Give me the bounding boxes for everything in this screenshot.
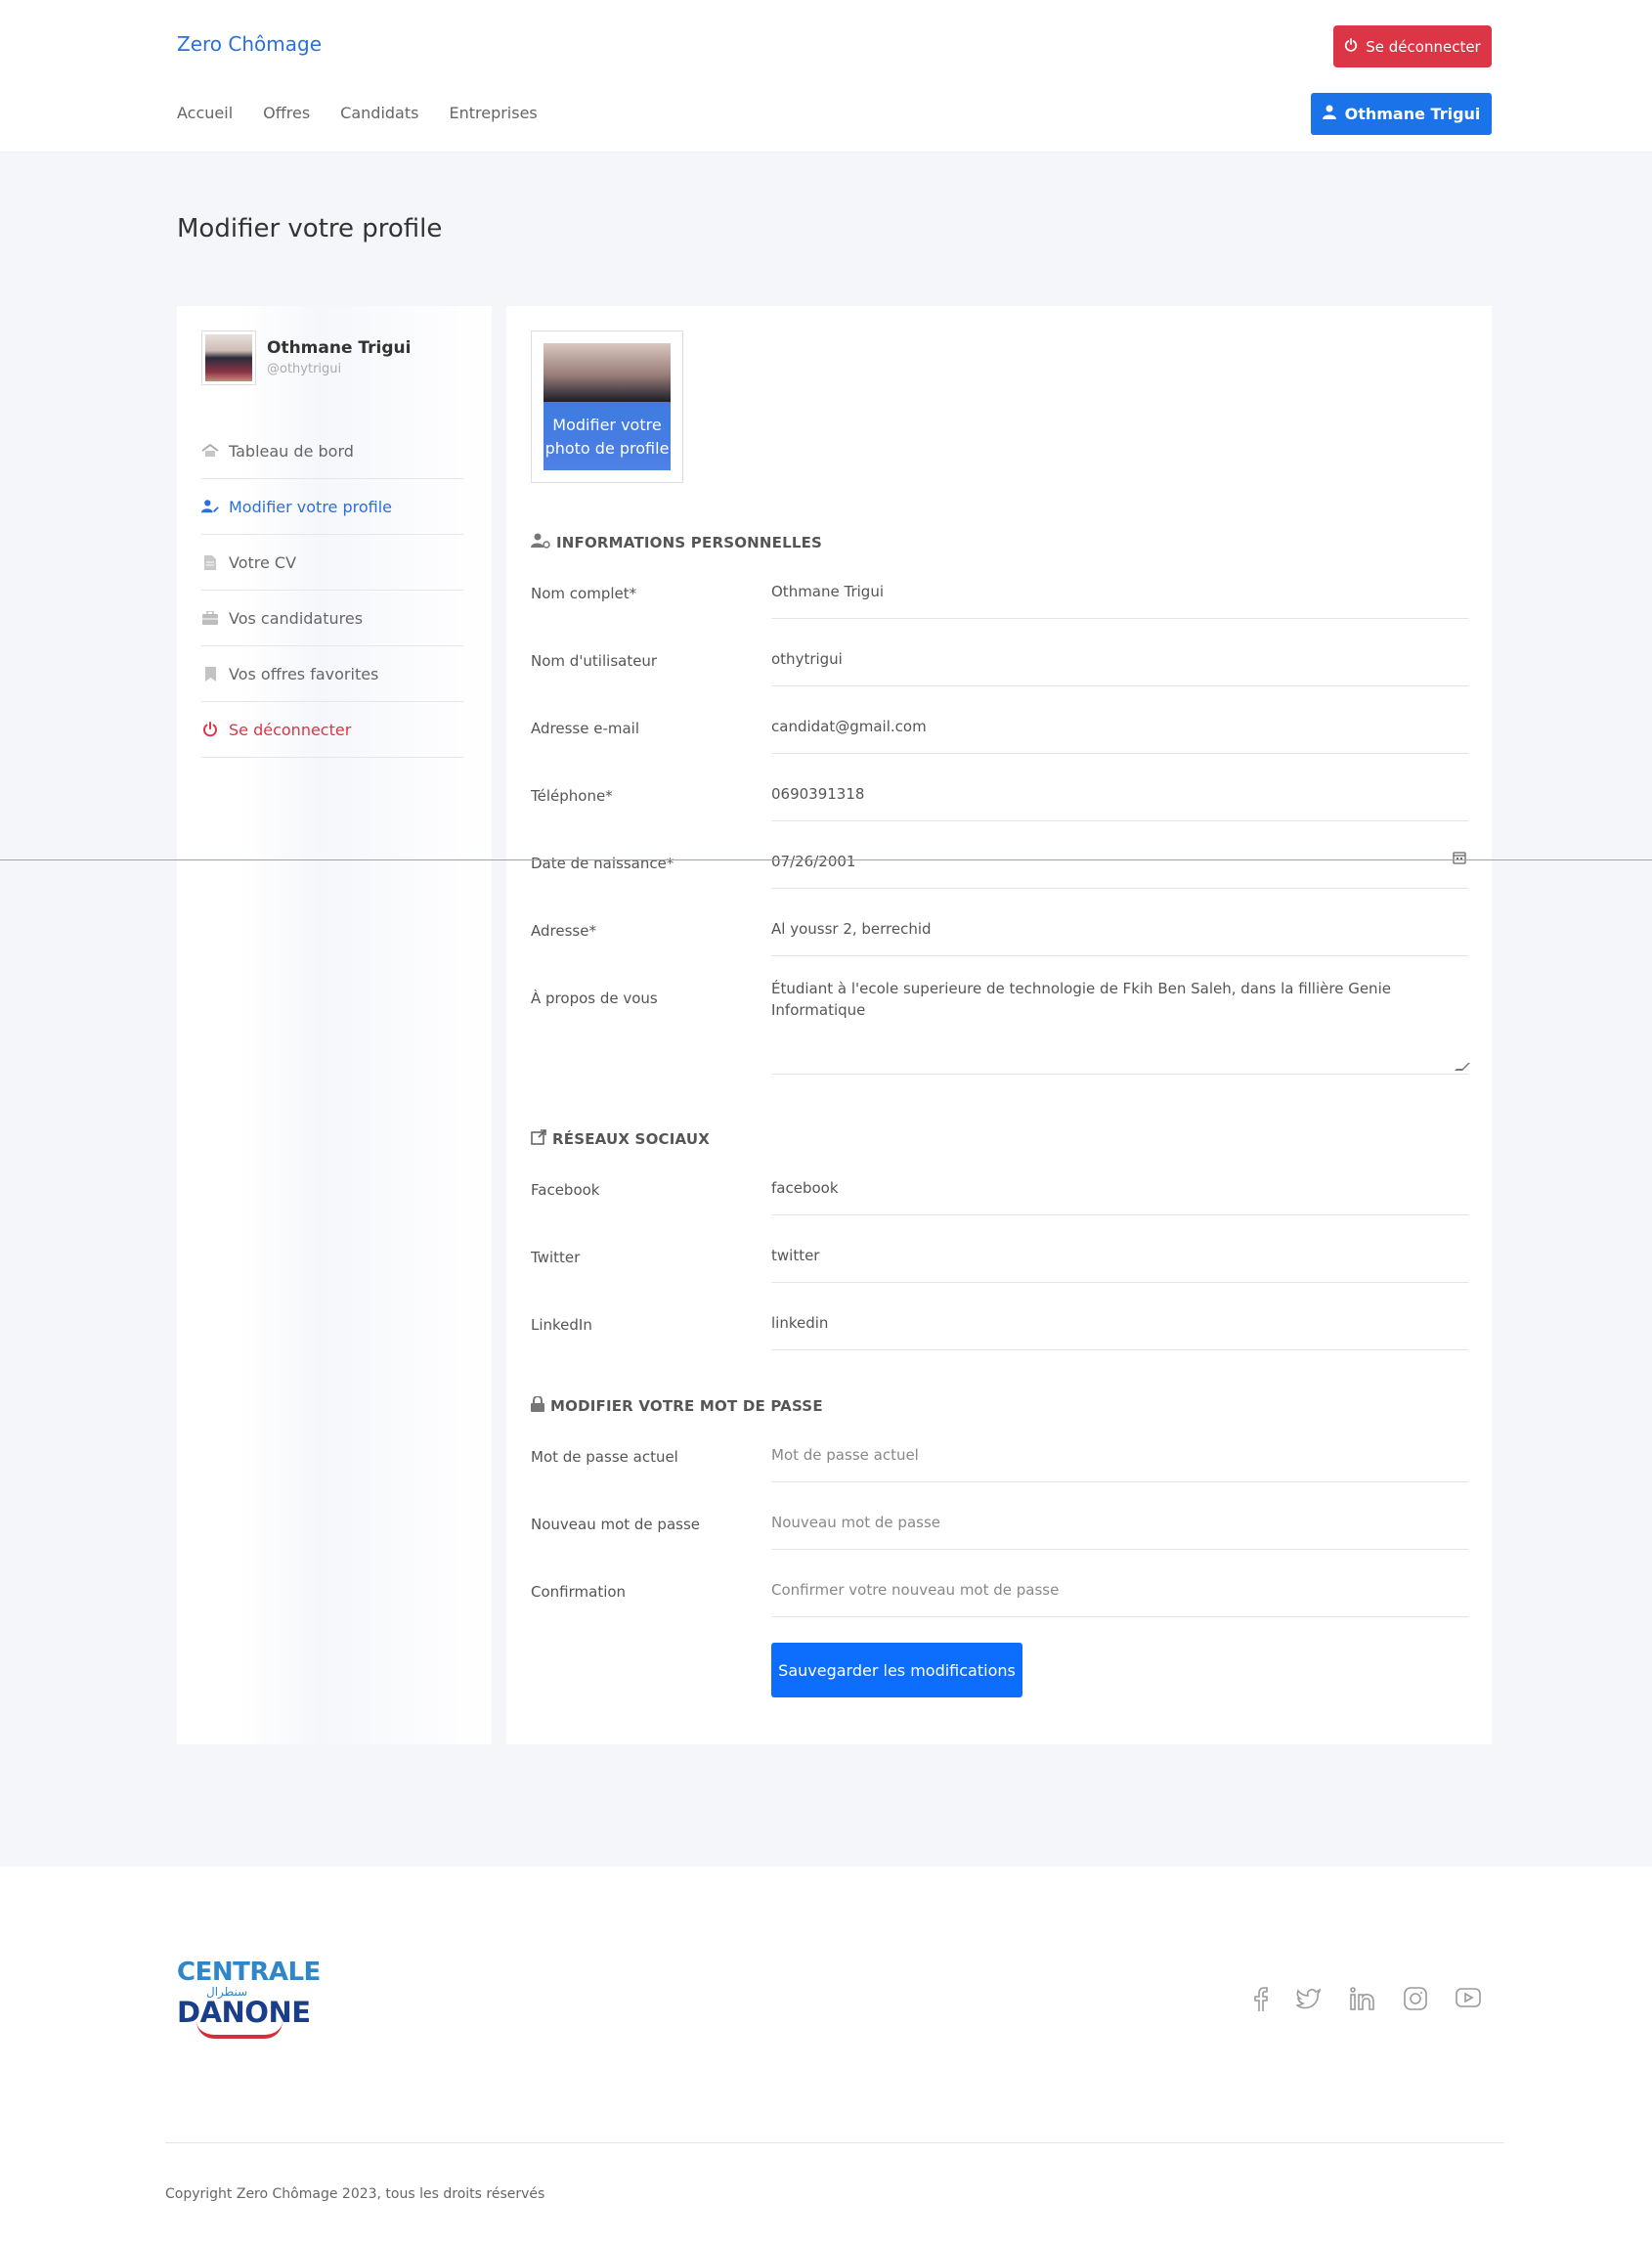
confirm-password-field[interactable]: Confirmer votre nouveau mot de passe (771, 1580, 1468, 1617)
nav-item-candidats[interactable]: Candidats (340, 104, 418, 122)
profile-photo: Modifier votre photo de profile (543, 343, 671, 470)
sidebar-item-logout[interactable]: Se déconnecter (201, 702, 463, 758)
power-icon (201, 722, 219, 737)
section-social: RÉSEAUX SOCIAUX (531, 1129, 710, 1149)
social-links (1254, 1987, 1481, 2012)
nav-item-offres[interactable]: Offres (263, 104, 310, 122)
document-icon (201, 554, 219, 570)
save-button[interactable]: Sauvegarder les modifications (771, 1643, 1022, 1697)
about-textarea[interactable]: Étudiant à l'ecole superieure de technol… (771, 977, 1470, 1075)
linkedin-field[interactable]: linkedin (771, 1313, 1468, 1350)
sidebar-item-label: Vos candidatures (229, 608, 364, 628)
address-label: Adresse* (531, 922, 596, 940)
twitter-field[interactable]: twitter (771, 1246, 1468, 1283)
facebook-icon[interactable] (1254, 1987, 1268, 2012)
top-header: Zero Chômage Se déconnecter Accueil Offr… (0, 0, 1652, 153)
user-edit-icon (201, 499, 219, 514)
footer-divider (165, 2142, 1504, 2143)
username-field[interactable]: othytrigui (771, 649, 1468, 686)
sidebar-user-handle: @othytrigui (267, 362, 342, 376)
facebook-field[interactable]: facebook (771, 1178, 1468, 1215)
user-settings-icon (531, 533, 550, 552)
nav-item-accueil[interactable]: Accueil (177, 104, 233, 122)
birthdate-field[interactable]: 07/26/2001 (771, 852, 1468, 889)
user-menu-button[interactable]: Othmane Trigui (1311, 93, 1492, 135)
lock-icon (531, 1395, 544, 1416)
phone-field[interactable]: 0690391318 (771, 784, 1468, 821)
sidebar-item-edit-profile[interactable]: Modifier votre profile (201, 479, 463, 535)
birthdate-value: 07/26/2001 (771, 853, 856, 870)
current-password-field[interactable]: Mot de passe actuel (771, 1445, 1468, 1482)
about-label: À propos de vous (531, 990, 658, 1007)
section-personal-info: INFORMATIONS PERSONNELLES (531, 533, 822, 552)
copyright-text: Copyright Zero Chômage 2023, tous les dr… (165, 2186, 545, 2202)
nav-item-entreprises[interactable]: Entreprises (449, 104, 537, 122)
sidebar-item-applications[interactable]: Vos candidatures (201, 591, 463, 646)
new-password-label: Nouveau mot de passe (531, 1516, 701, 1533)
change-photo-overlay[interactable]: Modifier votre photo de profile (543, 402, 671, 470)
confirm-password-label: Confirmation (531, 1583, 627, 1601)
facebook-label: Facebook (531, 1181, 600, 1199)
user-icon (1322, 105, 1336, 123)
user-menu-label: Othmane Trigui (1344, 105, 1481, 123)
sidebar-user: Othmane Trigui @othytrigui (201, 330, 411, 385)
about-value: Étudiant à l'ecole superieure de technol… (771, 980, 1391, 1019)
sidebar-item-label: Tableau de bord (229, 441, 354, 461)
sidebar-user-name: Othmane Trigui (267, 338, 412, 358)
fullname-label: Nom complet* (531, 585, 637, 602)
sidebar-item-label: Vos offres favorites (229, 664, 379, 683)
sidebar-item-cv[interactable]: Votre CV (201, 535, 463, 591)
sidebar-item-favorites[interactable]: Vos offres favorites (201, 646, 463, 702)
power-icon (1344, 37, 1358, 56)
twitter-icon[interactable] (1296, 1987, 1322, 2012)
main-nav: Accueil Offres Candidats Entreprises (177, 104, 538, 122)
external-link-icon (531, 1129, 546, 1149)
divider-line (0, 859, 1652, 860)
sidebar-item-label: Se déconnecter (229, 720, 352, 739)
linkedin-label: LinkedIn (531, 1316, 592, 1334)
avatar (201, 330, 256, 385)
profile-photo-upload[interactable]: Modifier votre photo de profile (531, 330, 683, 483)
twitter-label: Twitter (531, 1249, 581, 1266)
brand-link[interactable]: Zero Chômage (177, 32, 322, 56)
new-password-field[interactable]: Nouveau mot de passe (771, 1513, 1468, 1550)
sidebar-menu: Tableau de bord Modifier votre profile V… (201, 423, 463, 758)
centrale-danone-logo: CENTRALE سنطرال DANONE (177, 1958, 321, 2039)
logout-button-label: Se déconnecter (1366, 37, 1481, 56)
briefcase-icon (201, 611, 219, 625)
phone-label: Téléphone* (531, 787, 613, 805)
birthdate-label: Date de naissance* (531, 855, 674, 872)
youtube-icon[interactable] (1456, 1987, 1481, 2012)
footer: CENTRALE سنطرال DANONE Copyright Zero Ch… (0, 1867, 1652, 2245)
instagram-icon[interactable] (1404, 1987, 1427, 2012)
address-field[interactable]: Al youssr 2, berrechid (771, 919, 1468, 956)
section-password: MODIFIER VOTRE MOT DE PASSE (531, 1395, 823, 1416)
profile-sidebar: Othmane Trigui @othytrigui Tableau de bo… (177, 306, 492, 1744)
linkedin-icon[interactable] (1350, 1987, 1375, 2012)
bookmark-icon (201, 666, 219, 682)
profile-form-card: Modifier votre photo de profile INFORMAT… (506, 306, 1492, 1744)
username-label: Nom d'utilisateur (531, 652, 658, 670)
fullname-field[interactable]: Othmane Trigui (771, 582, 1468, 619)
sidebar-item-label: Votre CV (229, 552, 297, 572)
email-label: Adresse e-mail (531, 720, 639, 737)
resize-handle[interactable] (1455, 1063, 1470, 1071)
logout-button[interactable]: Se déconnecter (1333, 25, 1492, 67)
sidebar-item-label: Modifier votre profile (229, 497, 393, 516)
current-password-label: Mot de passe actuel (531, 1448, 678, 1466)
page-title: Modifier votre profile (177, 214, 443, 243)
home-icon (201, 444, 219, 458)
email-field[interactable]: candidat@gmail.com (771, 717, 1468, 754)
sidebar-item-dashboard[interactable]: Tableau de bord (201, 423, 463, 479)
